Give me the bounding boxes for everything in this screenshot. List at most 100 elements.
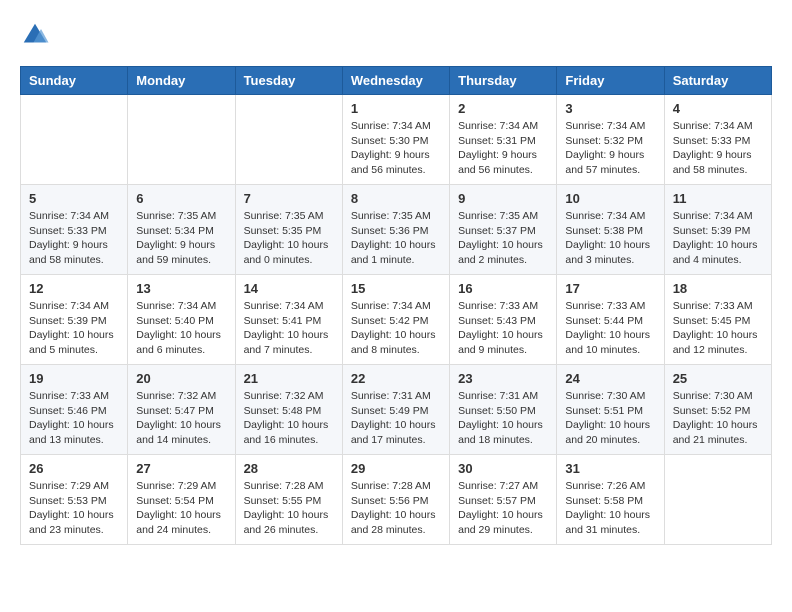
calendar-cell: 25 Sunrise: 7:30 AM Sunset: 5:52 PM Dayli…: [664, 365, 771, 455]
calendar-cell: 21 Sunrise: 7:32 AM Sunset: 5:48 PM Dayli…: [235, 365, 342, 455]
day-number: 1: [351, 101, 441, 116]
day-info: Sunrise: 7:34 AM Sunset: 5:33 PM Dayligh…: [29, 209, 119, 268]
weekday-header-tuesday: Tuesday: [235, 67, 342, 95]
weekday-header-monday: Monday: [128, 67, 235, 95]
day-info: Sunrise: 7:31 AM Sunset: 5:50 PM Dayligh…: [458, 389, 548, 448]
calendar-cell: [21, 95, 128, 185]
day-info: Sunrise: 7:34 AM Sunset: 5:30 PM Dayligh…: [351, 119, 441, 178]
calendar-cell: 23 Sunrise: 7:31 AM Sunset: 5:50 PM Dayli…: [450, 365, 557, 455]
calendar-cell: 8 Sunrise: 7:35 AM Sunset: 5:36 PM Daylig…: [342, 185, 449, 275]
calendar-cell: 12Sunrise: 7:34 AM Sunset: 5:39 PM Dayli…: [21, 275, 128, 365]
calendar-cell: 17 Sunrise: 7:33 AM Sunset: 5:44 PM Dayli…: [557, 275, 664, 365]
day-info: Sunrise: 7:26 AM Sunset: 5:58 PM Dayligh…: [565, 479, 655, 538]
day-number: 26: [29, 461, 119, 476]
day-number: 20: [136, 371, 226, 386]
day-info: Sunrise: 7:35 AM Sunset: 5:34 PM Dayligh…: [136, 209, 226, 268]
calendar-cell: 15 Sunrise: 7:34 AM Sunset: 5:42 PM Dayli…: [342, 275, 449, 365]
day-info: Sunrise: 7:34 AM Sunset: 5:41 PM Dayligh…: [244, 299, 334, 358]
day-info: Sunrise: 7:31 AM Sunset: 5:49 PM Dayligh…: [351, 389, 441, 448]
day-info: Sunrise: 7:33 AM Sunset: 5:45 PM Dayligh…: [673, 299, 763, 358]
day-number: 16: [458, 281, 548, 296]
day-number: 23: [458, 371, 548, 386]
calendar-cell: [664, 455, 771, 545]
day-number: 2: [458, 101, 548, 116]
day-info: Sunrise: 7:34 AM Sunset: 5:32 PM Dayligh…: [565, 119, 655, 178]
calendar-cell: 2 Sunrise: 7:34 AM Sunset: 5:31 PM Daylig…: [450, 95, 557, 185]
day-number: 29: [351, 461, 441, 476]
day-number: 21: [244, 371, 334, 386]
day-number: 19: [29, 371, 119, 386]
day-info: Sunrise: 7:28 AM Sunset: 5:55 PM Dayligh…: [244, 479, 334, 538]
day-number: 4: [673, 101, 763, 116]
day-number: 8: [351, 191, 441, 206]
day-number: 5: [29, 191, 119, 206]
day-info: Sunrise: 7:28 AM Sunset: 5:56 PM Dayligh…: [351, 479, 441, 538]
calendar-cell: 4 Sunrise: 7:34 AM Sunset: 5:33 PM Daylig…: [664, 95, 771, 185]
day-number: 6: [136, 191, 226, 206]
day-number: 24: [565, 371, 655, 386]
calendar-week-4: 19 Sunrise: 7:33 AM Sunset: 5:46 PM Dayli…: [21, 365, 772, 455]
day-info: Sunrise: 7:33 AM Sunset: 5:46 PM Dayligh…: [29, 389, 119, 448]
day-info: Sunrise: 7:30 AM Sunset: 5:51 PM Dayligh…: [565, 389, 655, 448]
day-info: Sunrise: 7:32 AM Sunset: 5:47 PM Dayligh…: [136, 389, 226, 448]
day-number: 15: [351, 281, 441, 296]
calendar-cell: 31 Sunrise: 7:26 AM Sunset: 5:58 PM Dayli…: [557, 455, 664, 545]
calendar-body: 1 Sunrise: 7:34 AM Sunset: 5:30 PM Daylig…: [21, 95, 772, 545]
day-info: Sunrise: 7:35 AM Sunset: 5:36 PM Dayligh…: [351, 209, 441, 268]
day-info: Sunrise: 7:34 AM Sunset: 5:31 PM Dayligh…: [458, 119, 548, 178]
calendar-cell: 22 Sunrise: 7:31 AM Sunset: 5:49 PM Dayli…: [342, 365, 449, 455]
day-info: Sunrise: 7:34 AM Sunset: 5:40 PM Dayligh…: [136, 299, 226, 358]
day-info: Sunrise: 7:34 AM Sunset: 5:39 PM Dayligh…: [29, 299, 119, 358]
calendar-week-5: 26Sunrise: 7:29 AM Sunset: 5:53 PM Dayli…: [21, 455, 772, 545]
day-info: Sunrise: 7:33 AM Sunset: 5:44 PM Dayligh…: [565, 299, 655, 358]
calendar-week-1: 1 Sunrise: 7:34 AM Sunset: 5:30 PM Daylig…: [21, 95, 772, 185]
day-number: 25: [673, 371, 763, 386]
day-number: 9: [458, 191, 548, 206]
calendar-cell: 27 Sunrise: 7:29 AM Sunset: 5:54 PM Dayli…: [128, 455, 235, 545]
day-info: Sunrise: 7:34 AM Sunset: 5:38 PM Dayligh…: [565, 209, 655, 268]
calendar-week-3: 12Sunrise: 7:34 AM Sunset: 5:39 PM Dayli…: [21, 275, 772, 365]
calendar-table: SundayMondayTuesdayWednesdayThursdayFrid…: [20, 66, 772, 545]
day-number: 14: [244, 281, 334, 296]
day-info: Sunrise: 7:29 AM Sunset: 5:54 PM Dayligh…: [136, 479, 226, 538]
day-number: 28: [244, 461, 334, 476]
day-number: 11: [673, 191, 763, 206]
weekday-header-wednesday: Wednesday: [342, 67, 449, 95]
day-number: 10: [565, 191, 655, 206]
day-info: Sunrise: 7:35 AM Sunset: 5:35 PM Dayligh…: [244, 209, 334, 268]
calendar-cell: 14 Sunrise: 7:34 AM Sunset: 5:41 PM Dayli…: [235, 275, 342, 365]
day-number: 17: [565, 281, 655, 296]
day-number: 31: [565, 461, 655, 476]
day-info: Sunrise: 7:35 AM Sunset: 5:37 PM Dayligh…: [458, 209, 548, 268]
calendar-cell: 6 Sunrise: 7:35 AM Sunset: 5:34 PM Daylig…: [128, 185, 235, 275]
calendar-cell: 18 Sunrise: 7:33 AM Sunset: 5:45 PM Dayli…: [664, 275, 771, 365]
calendar-cell: 11 Sunrise: 7:34 AM Sunset: 5:39 PM Dayli…: [664, 185, 771, 275]
calendar-cell: 26Sunrise: 7:29 AM Sunset: 5:53 PM Dayli…: [21, 455, 128, 545]
weekday-header-thursday: Thursday: [450, 67, 557, 95]
calendar-cell: 10 Sunrise: 7:34 AM Sunset: 5:38 PM Dayli…: [557, 185, 664, 275]
day-info: Sunrise: 7:34 AM Sunset: 5:42 PM Dayligh…: [351, 299, 441, 358]
weekday-header-row: SundayMondayTuesdayWednesdayThursdayFrid…: [21, 67, 772, 95]
calendar-cell: 30Sunrise: 7:27 AM Sunset: 5:57 PM Dayli…: [450, 455, 557, 545]
day-info: Sunrise: 7:30 AM Sunset: 5:52 PM Dayligh…: [673, 389, 763, 448]
calendar-week-2: 5 Sunrise: 7:34 AM Sunset: 5:33 PM Daylig…: [21, 185, 772, 275]
calendar-cell: 7 Sunrise: 7:35 AM Sunset: 5:35 PM Daylig…: [235, 185, 342, 275]
calendar-cell: [128, 95, 235, 185]
calendar-cell: 9 Sunrise: 7:35 AM Sunset: 5:37 PM Daylig…: [450, 185, 557, 275]
logo-icon: [20, 20, 50, 50]
day-number: 7: [244, 191, 334, 206]
calendar-cell: 24 Sunrise: 7:30 AM Sunset: 5:51 PM Dayli…: [557, 365, 664, 455]
weekday-header-saturday: Saturday: [664, 67, 771, 95]
calendar-cell: 20 Sunrise: 7:32 AM Sunset: 5:47 PM Dayli…: [128, 365, 235, 455]
day-number: 22: [351, 371, 441, 386]
day-info: Sunrise: 7:32 AM Sunset: 5:48 PM Dayligh…: [244, 389, 334, 448]
day-number: 27: [136, 461, 226, 476]
calendar-cell: 5 Sunrise: 7:34 AM Sunset: 5:33 PM Daylig…: [21, 185, 128, 275]
calendar-cell: 19 Sunrise: 7:33 AM Sunset: 5:46 PM Dayli…: [21, 365, 128, 455]
day-number: 13: [136, 281, 226, 296]
day-info: Sunrise: 7:34 AM Sunset: 5:39 PM Dayligh…: [673, 209, 763, 268]
day-info: Sunrise: 7:34 AM Sunset: 5:33 PM Dayligh…: [673, 119, 763, 178]
calendar-cell: 13 Sunrise: 7:34 AM Sunset: 5:40 PM Dayli…: [128, 275, 235, 365]
calendar-cell: [235, 95, 342, 185]
day-number: 18: [673, 281, 763, 296]
